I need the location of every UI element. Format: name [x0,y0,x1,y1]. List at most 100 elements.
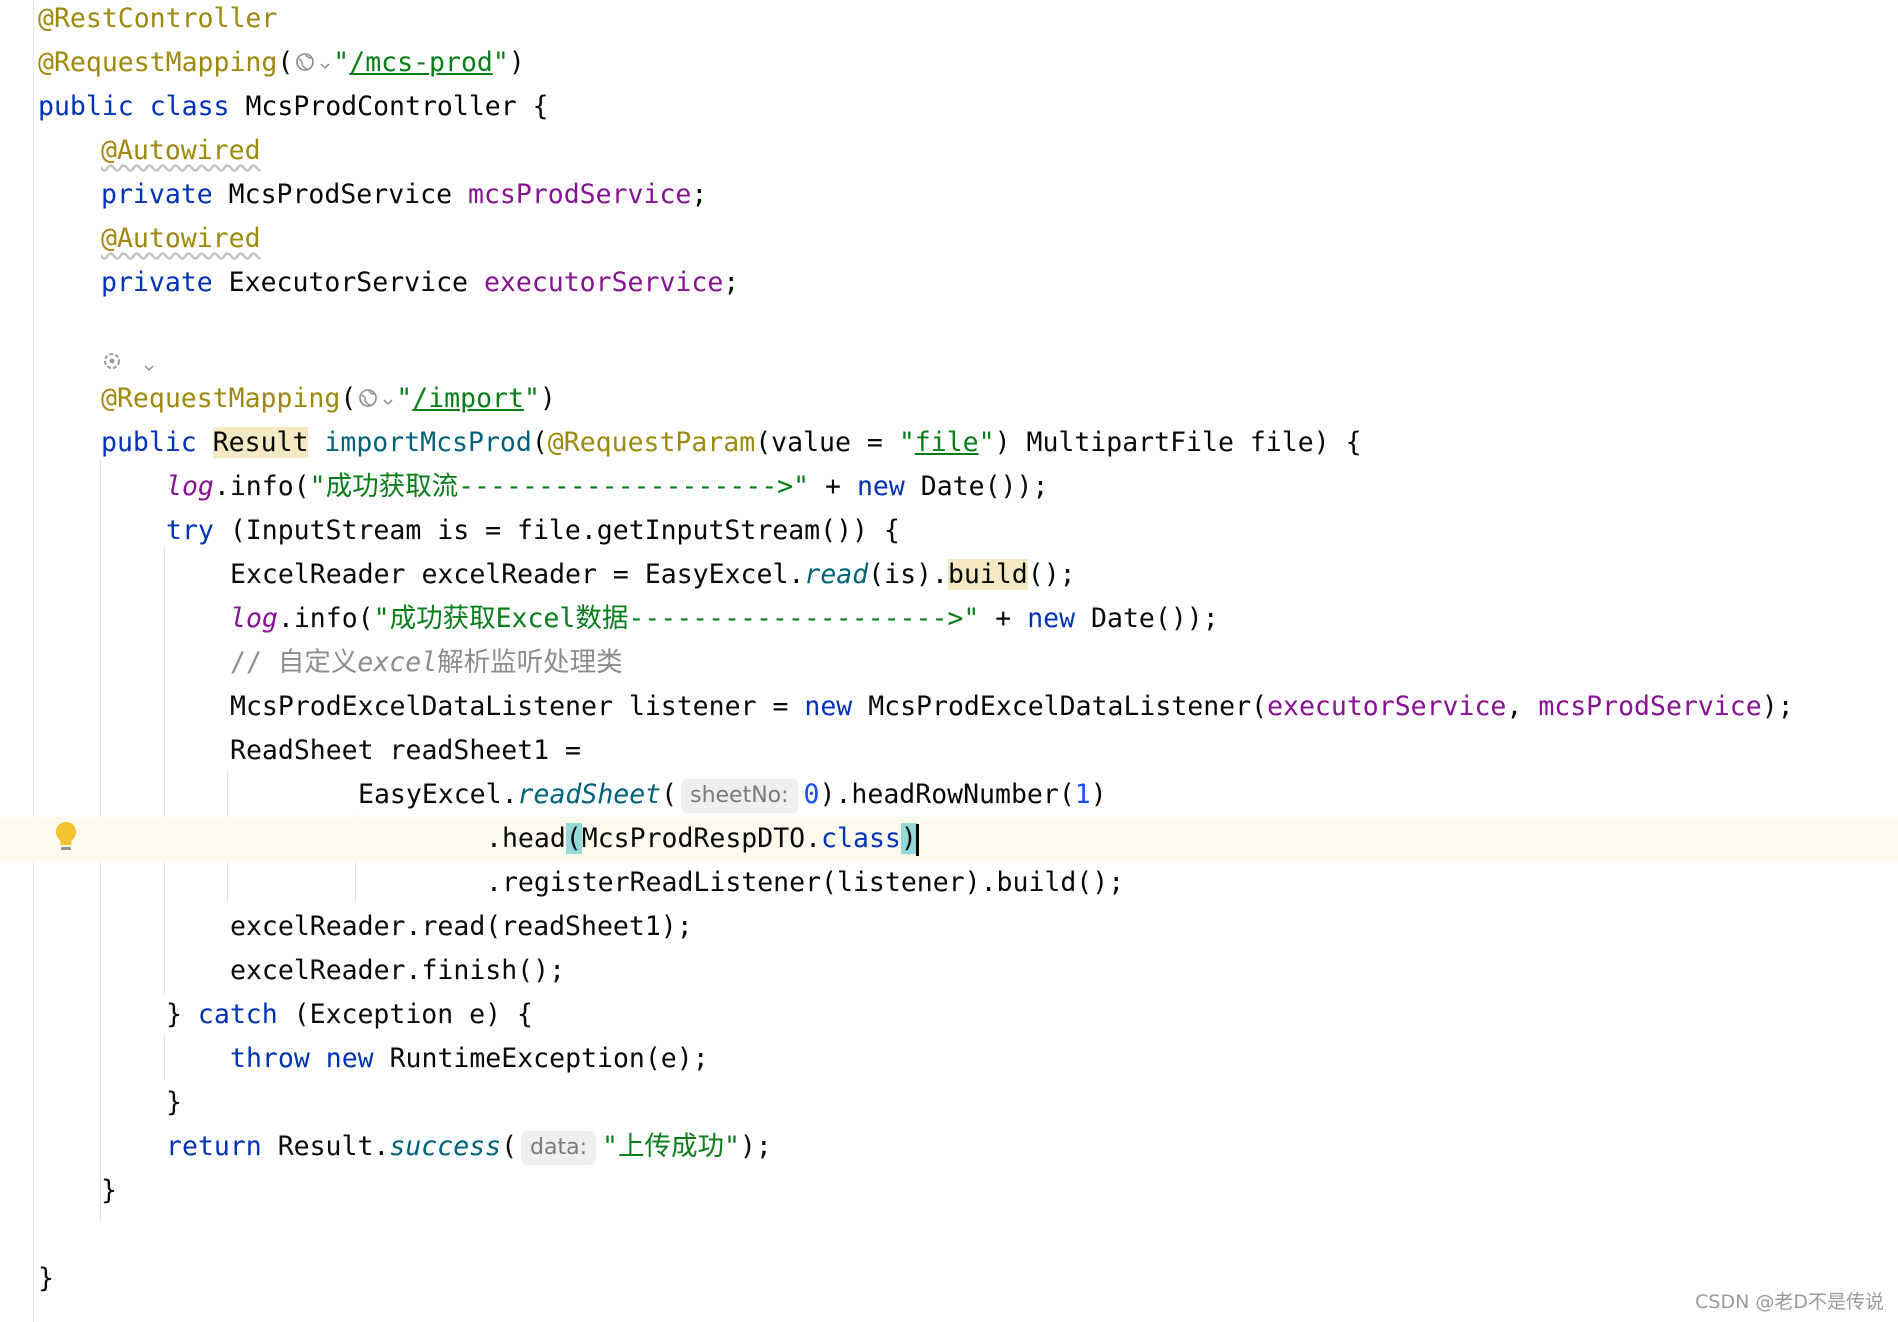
comment: excel [357,647,438,678]
code-line[interactable]: private ExecutorService executorService; [0,261,1898,305]
code-line[interactable]: @RequestMapping( "/import") [0,377,1898,421]
type-result-highlighted: Result [212,427,309,458]
operator: + [979,603,1028,634]
code-line[interactable]: @Autowired [0,217,1898,261]
operator: + [809,471,857,502]
comment: 解析监听处理类 [437,647,623,678]
statement: excelReader.read(readSheet1); [230,911,693,942]
code-line[interactable]: } [0,1081,1898,1125]
brace: } [166,1087,182,1118]
lightbulb-icon[interactable] [54,820,78,854]
keyword-throw: throw [230,1043,310,1074]
code-line[interactable]: } [0,1169,1898,1213]
watermark: CSDN @老D不是传说 [1695,1291,1884,1313]
text-caret [915,823,919,856]
paren: ( [277,47,294,78]
path-link-mcs-prod[interactable]: /mcs-prod [349,47,493,78]
code-line[interactable]: } catch (Exception e) { [0,993,1898,1037]
brace: } [101,1175,117,1206]
semicolon: ; [691,179,708,210]
string-literal: "成功获取流-------------------->" [309,471,810,502]
type-name: McsProdService [228,179,453,210]
code-line[interactable]: .registerReadListener(listener).build(); [0,861,1898,905]
current-code-line[interactable]: .head(McsProdRespDTO.class) [0,817,1898,861]
class-ref: McsProdRespDTO. [581,823,822,854]
annotation-request-mapping: @RequestMapping [38,47,278,78]
code-line[interactable]: log.info("成功获取Excel数据-------------------… [0,597,1898,641]
annotation-request-mapping: @RequestMapping [101,383,341,414]
annotation-request-param: @RequestParam [547,427,756,458]
annotation-rest-controller: @RestController [38,3,278,34]
type-name: ExecutorService [228,267,468,298]
static-field-log: log [166,471,214,502]
string-literal: "上传成功" [602,1131,740,1162]
statement: McsProdExcelDataListener listener = [230,691,805,722]
try-resource: (InputStream is = file.getInputStream())… [213,515,900,546]
matched-paren: ) [900,823,917,854]
date-call: Date()); [904,471,1049,502]
code-line[interactable]: @Autowired [0,129,1898,173]
string-literal: "成功获取Excel数据-------------------->" [373,603,980,634]
keyword-new: new [1027,603,1076,634]
statement: ExcelReader excelReader = EasyExcel. [230,559,805,590]
code-line[interactable]: return Result.success(data: "上传成功"); [0,1125,1898,1169]
globe-icon[interactable] [358,378,378,422]
method-call: .info( [277,603,374,634]
paren: ( [501,1131,518,1162]
quote: " [978,427,995,458]
quote: " [523,383,540,414]
code-line[interactable]: } [0,1257,1898,1301]
code-line[interactable]: excelReader.finish(); [0,949,1898,993]
code-line[interactable]: @RequestMapping("/mcs-prod") [0,41,1898,85]
class-name: McsProdController [245,91,517,122]
class-ref: EasyExcel. [358,779,518,810]
brace: { [516,91,549,122]
keyword-return: return [166,1131,262,1162]
matched-paren: ( [565,823,582,854]
code-line[interactable]: public Result importMcsProd(@RequestPara… [0,421,1898,465]
code-line[interactable]: public class McsProdController { [0,85,1898,129]
keyword-new: new [325,1043,374,1074]
comma: , [1506,691,1539,722]
code-line[interactable]: ExcelReader excelReader = EasyExcel.read… [0,553,1898,597]
keyword-private: private [101,267,213,298]
chevron-down-icon[interactable] [319,42,331,86]
code-line[interactable]: try (InputStream is = file.getInputStrea… [0,509,1898,553]
method-call: .info( [213,471,310,502]
class-ref: Result. [261,1131,390,1162]
keyword-private: private [101,179,213,210]
code-line[interactable]: throw new RuntimeException(e); [0,1037,1898,1081]
string-file[interactable]: file [915,427,979,458]
date-call: Date()); [1075,603,1219,634]
static-method-read-sheet: readSheet [517,779,662,810]
param-multipart: ) MultipartFile file) { [994,427,1362,458]
method-name: importMcsProd [324,427,532,458]
code-line[interactable]: @RestController [0,0,1898,41]
comment: // 自定义 [230,647,358,678]
code-line[interactable]: EasyExcel.readSheet(sheetNo: 0).headRowNu… [0,773,1898,817]
code-line[interactable]: McsProdExcelDataListener listener = new … [0,685,1898,729]
quote: " [396,383,413,414]
quote: " [898,427,915,458]
paren: ) [539,383,556,414]
parameter-hint-sheetno: sheetNo: [681,778,798,813]
paren: ( [340,383,357,414]
field-name: executorService [483,267,724,298]
path-link-import[interactable]: /import [412,383,524,414]
paren: ( [531,427,548,458]
parameter-hint-data: data: [521,1130,596,1165]
globe-icon[interactable] [295,42,315,86]
chevron-down-icon[interactable] [382,378,394,422]
code-line[interactable]: ReadSheet readSheet1 = [0,729,1898,773]
statement: ReadSheet readSheet1 = [230,735,581,766]
annotation-autowired: @Autowired [101,223,261,254]
code-editor[interactable]: @RestController @RequestMapping("/mcs-pr… [0,0,1898,1322]
code-line[interactable]: // 自定义excel解析监听处理类 [0,641,1898,685]
static-method-success: success [389,1131,502,1162]
code-line[interactable]: private McsProdService mcsProdService; [0,173,1898,217]
code-line[interactable]: excelReader.read(readSheet1); [0,905,1898,949]
quote: " [492,47,509,78]
keyword-try: try [166,515,214,546]
paren: ( [661,779,678,810]
code-line[interactable]: log.info("成功获取流-------------------->" + … [0,465,1898,509]
